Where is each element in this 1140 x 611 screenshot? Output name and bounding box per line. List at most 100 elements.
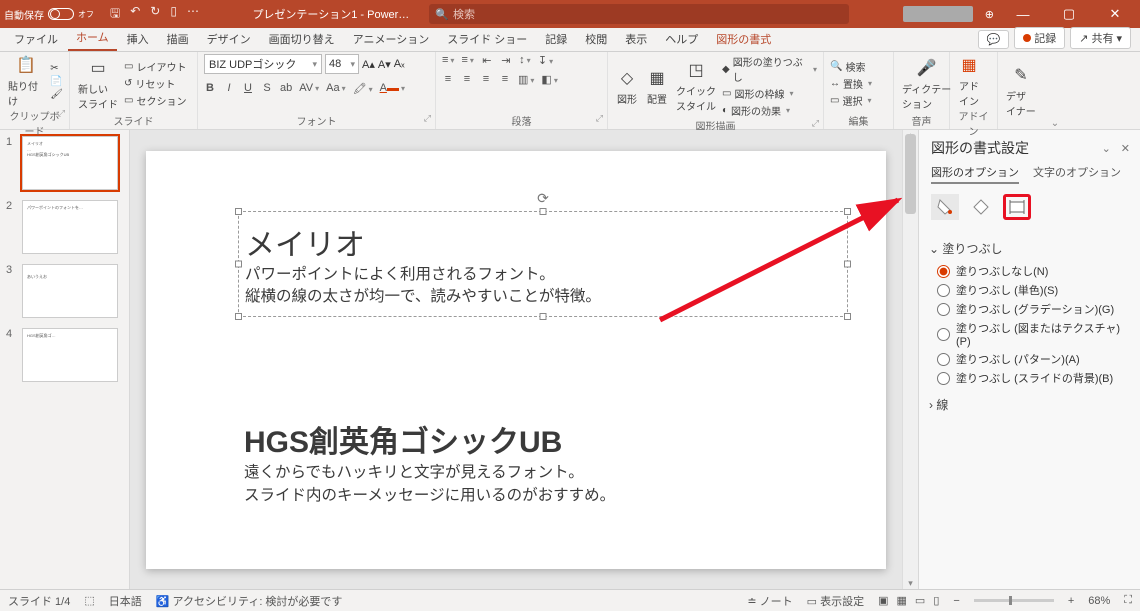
more-icon[interactable]: ⋯	[187, 4, 199, 25]
reset-button[interactable]: ↺ リセット	[124, 76, 186, 91]
spacing-button[interactable]: AV	[299, 82, 319, 95]
fill-section-header[interactable]: ⌄ 塗りつぶし	[929, 240, 1128, 257]
reading-view-icon[interactable]: ▭	[915, 594, 925, 607]
quick-styles-button[interactable]: ◳クイック スタイル	[674, 59, 718, 113]
columns-button[interactable]: ▥	[518, 73, 534, 86]
text-direction-button[interactable]: ↧	[538, 54, 553, 67]
line-section-header[interactable]: › 線	[929, 396, 1128, 413]
status-language[interactable]: 日本語	[109, 593, 142, 609]
indent-dec-button[interactable]: ⇤	[481, 54, 493, 67]
shape-outline-button[interactable]: ▭ 図形の枠線	[722, 86, 817, 101]
fill-gradient-radio[interactable]: 塗りつぶし (グラデーション)(G)	[937, 301, 1128, 317]
zoom-slider[interactable]	[974, 599, 1054, 602]
notes-button[interactable]: ≐ ノート	[747, 593, 792, 609]
clear-format-icon[interactable]: Aₓ	[394, 58, 405, 70]
increase-font-icon[interactable]: A▴	[362, 58, 375, 71]
font-name-combo[interactable]: BIZ UDPゴシック▾	[204, 54, 322, 74]
scroll-down-icon[interactable]: ▾	[903, 578, 918, 589]
tab-transitions[interactable]: 画面切り替え	[261, 27, 343, 51]
decrease-font-icon[interactable]: A▾	[378, 58, 391, 71]
user-account[interactable]	[903, 6, 973, 22]
tab-animations[interactable]: アニメーション	[345, 27, 438, 51]
effects-tab-icon[interactable]	[967, 194, 995, 220]
bold-button[interactable]: B	[204, 82, 216, 95]
resize-handle[interactable]	[235, 313, 242, 320]
fill-picture-radio[interactable]: 塗りつぶし (図またはテクスチャ)(P)	[937, 320, 1128, 348]
selected-textbox[interactable]: ⟳ メイリオ パワーポイントによく利用されるフォント。 縦横の線の太さが均一で、…	[238, 211, 848, 318]
line-spacing-button[interactable]: ↕	[519, 54, 531, 67]
resize-handle[interactable]	[844, 313, 851, 320]
tab-view[interactable]: 表示	[617, 27, 655, 51]
bullets-button[interactable]: ≡	[442, 54, 454, 67]
pane-tab-text-options[interactable]: 文字のオプション	[1033, 164, 1121, 184]
save-icon[interactable]: 🖫	[110, 4, 120, 25]
display-settings-button[interactable]: ▭ 表示設定	[807, 593, 864, 609]
thumbnail-3[interactable]: あいうえお	[22, 264, 118, 318]
shapes-button[interactable]: ◇図形	[614, 67, 640, 106]
web-icon[interactable]: ⊕	[985, 8, 994, 21]
shape-fill-button[interactable]: ◆ 図形の塗りつぶし	[722, 54, 817, 84]
search-box[interactable]: 🔍 検索	[429, 4, 849, 24]
tab-review[interactable]: 校閲	[577, 27, 615, 51]
layout-button[interactable]: ▭ レイアウト	[124, 59, 186, 74]
arrange-button[interactable]: ▦配置	[644, 67, 670, 106]
share-button[interactable]: ↗ 共有 ▾	[1070, 27, 1131, 49]
font-size-combo[interactable]: 48▾	[325, 54, 359, 74]
pane-tab-shape-options[interactable]: 図形のオプション	[931, 164, 1019, 184]
scroll-thumb[interactable]	[905, 134, 916, 214]
align-right-button[interactable]: ≡	[480, 73, 492, 86]
align-center-button[interactable]: ≡	[461, 73, 473, 86]
undo-icon[interactable]: ↶	[130, 4, 140, 25]
fill-line-tab-icon[interactable]	[931, 194, 959, 220]
fit-to-window-button[interactable]: ⛶	[1124, 594, 1132, 607]
zoom-in-button[interactable]: +	[1068, 595, 1074, 607]
underline-button[interactable]: U	[242, 82, 254, 95]
justify-button[interactable]: ≡	[499, 73, 511, 86]
resize-handle[interactable]	[235, 208, 242, 215]
redo-icon[interactable]: ↻	[150, 4, 160, 25]
strike-button[interactable]: S	[261, 82, 273, 95]
highlight-button[interactable]: 🖍	[353, 82, 373, 95]
slide-canvas[interactable]: ⟳ メイリオ パワーポイントによく利用されるフォント。 縦横の線の太さが均一で、…	[130, 130, 902, 589]
zoom-out-button[interactable]: −	[953, 595, 959, 607]
fill-pattern-radio[interactable]: 塗りつぶし (パターン)(A)	[937, 351, 1128, 367]
thumbnail-2[interactable]: パワーポイントのフォントを…	[22, 200, 118, 254]
align-left-button[interactable]: ≡	[442, 73, 454, 86]
tab-help[interactable]: ヘルプ	[657, 27, 706, 51]
tab-shape-format[interactable]: 図形の書式	[708, 27, 779, 51]
status-slide-count[interactable]: スライド 1/4	[8, 593, 70, 609]
case-button[interactable]: Aa	[326, 82, 345, 95]
clipboard-small[interactable]: ✂📄🖌	[50, 63, 63, 100]
pane-close-icon[interactable]: ✕	[1121, 142, 1130, 155]
section-button[interactable]: ▭ セクション	[124, 93, 186, 108]
rotation-handle-icon[interactable]: ⟳	[537, 190, 549, 207]
find-button[interactable]: 🔍 検索	[830, 59, 872, 74]
vertical-scrollbar[interactable]: ▴ ▾	[902, 130, 918, 589]
tab-record[interactable]: 記録	[537, 27, 575, 51]
shape-effects-button[interactable]: ◐ 図形の効果	[722, 103, 817, 118]
close-button[interactable]: ✕	[1098, 6, 1132, 22]
tab-home[interactable]: ホーム	[68, 25, 117, 51]
start-icon[interactable]: ▯	[170, 4, 177, 25]
pane-dropdown-icon[interactable]: ⌄	[1102, 142, 1111, 155]
tab-insert[interactable]: 挿入	[119, 27, 157, 51]
fill-solid-radio[interactable]: 塗りつぶし (単色)(S)	[937, 282, 1128, 298]
fill-slidebg-radio[interactable]: 塗りつぶし (スライドの背景)(B)	[937, 370, 1128, 386]
record-button[interactable]: 記録	[1014, 27, 1065, 49]
new-slide-button[interactable]: ▭新しい スライド	[76, 57, 120, 111]
tab-slideshow[interactable]: スライド ショー	[439, 27, 535, 51]
accessibility-icon[interactable]: ♿ アクセシビリティ: 検討が必要です	[156, 593, 343, 609]
shadow-button[interactable]: ab	[280, 82, 292, 95]
numbering-button[interactable]: ≡	[461, 54, 473, 67]
autosave-toggle[interactable]: 自動保存 オフ	[4, 7, 94, 22]
slideshow-view-icon[interactable]: ▯	[933, 594, 939, 607]
collapse-ribbon-button[interactable]: ⌄	[1046, 52, 1064, 129]
tab-file[interactable]: ファイル	[6, 27, 66, 51]
thumbnail-1[interactable]: メイリオ…HGS創英角ゴシックUB	[22, 136, 118, 190]
thumbnail-4[interactable]: HGS創英角ゴ…	[22, 328, 118, 382]
designer-button[interactable]: ✎デザ イナー	[1004, 64, 1038, 118]
resize-handle[interactable]	[540, 208, 547, 215]
sorter-view-icon[interactable]: ▦	[897, 594, 907, 607]
resize-handle[interactable]	[844, 208, 851, 215]
resize-handle[interactable]	[540, 313, 547, 320]
